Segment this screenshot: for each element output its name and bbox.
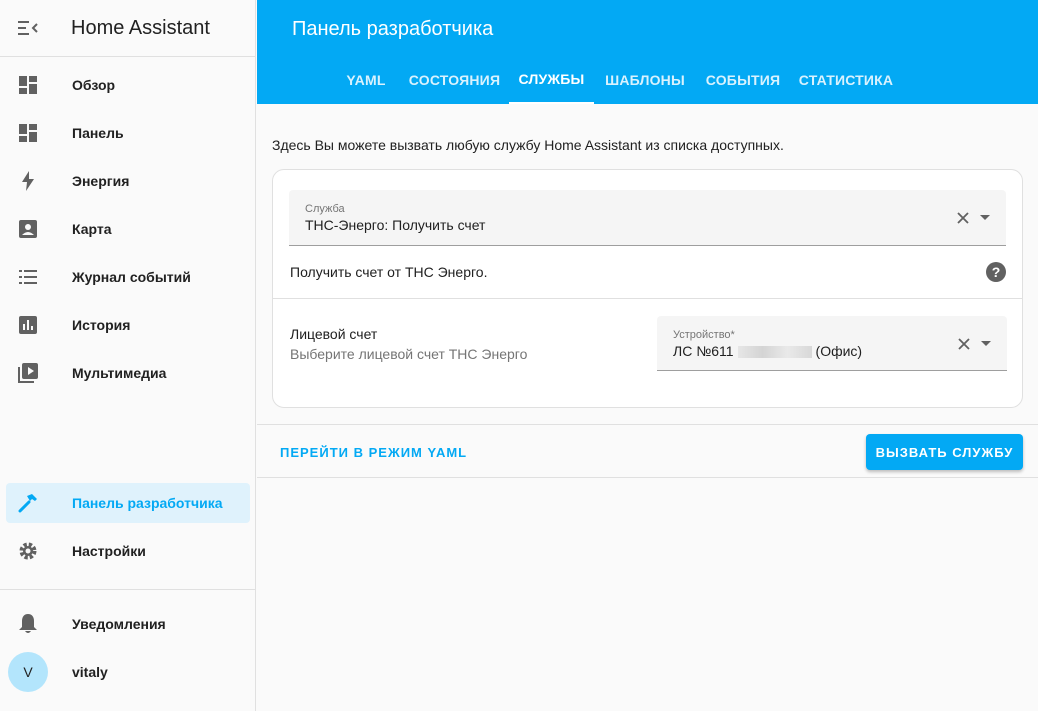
sidebar-item-label: Панель разработчика — [72, 495, 223, 511]
sidebar-item-label: Мультимедиа — [72, 365, 167, 381]
main-content: Панель разработчика YAML СОСТОЯНИЯ СЛУЖБ… — [257, 0, 1038, 711]
parameter-description: Выберите лицевой счет ТНС Энерго — [290, 346, 528, 362]
device-picker-value: ЛС №611 (Офис) — [673, 343, 862, 359]
redacted-area — [737, 346, 812, 359]
avatar: V — [8, 652, 48, 692]
services-description: Здесь Вы можете вызвать любую службу Hom… — [272, 137, 784, 153]
sidebar-item-media[interactable]: Мультимедиа — [6, 353, 250, 393]
chart-box-icon — [6, 316, 50, 334]
chevron-down-icon[interactable] — [976, 334, 996, 354]
device-value-suffix: (Офис) — [815, 343, 863, 359]
service-picker-label: Служба — [305, 203, 345, 215]
app-title: Home Assistant — [71, 16, 210, 39]
lightning-icon — [6, 171, 50, 191]
sidebar-item-map[interactable]: Карта — [6, 209, 250, 249]
close-icon[interactable] — [953, 208, 973, 228]
parameter-name: Лицевой счет — [290, 326, 378, 342]
service-card: Служба ТНС-Энерго: Получить счет Получит… — [272, 169, 1023, 408]
sidebar-item-label: История — [72, 317, 131, 333]
tab-bar: YAML СОСТОЯНИЯ СЛУЖБЫ ШАБЛОНЫ СОБЫТИЯ СТ… — [257, 56, 1038, 104]
dashboard-icon — [6, 124, 50, 142]
sidebar-item-notifications[interactable]: Уведомления — [6, 604, 250, 644]
device-value-prefix: ЛС №611 — [673, 343, 734, 359]
chevron-down-icon[interactable] — [975, 208, 995, 228]
sidebar-item-label: Панель — [72, 125, 124, 141]
sidebar-divider — [0, 589, 256, 590]
sidebar-item-developer-tools[interactable]: Панель разработчика — [6, 483, 250, 523]
action-footer: ПЕРЕЙТИ В РЕЖИМ YAML ВЫЗВАТЬ СЛУЖБУ — [257, 424, 1038, 478]
cog-icon — [6, 541, 50, 561]
dashboard-icon — [6, 76, 50, 94]
tab-services[interactable]: СЛУЖБЫ — [509, 56, 594, 104]
sidebar-item-profile[interactable]: V vitaly — [6, 652, 250, 692]
page-title: Панель разработчика — [292, 18, 494, 40]
service-description: Получить счет от ТНС Энерго. — [290, 264, 488, 280]
device-picker[interactable]: Устройство* ЛС №611 (Офис) — [657, 316, 1007, 371]
sidebar-item-label: Уведомления — [72, 616, 166, 632]
tab-templates[interactable]: ШАБЛОНЫ — [603, 56, 687, 104]
sidebar: Home Assistant Обзор Панель Энергия Карт… — [0, 0, 256, 711]
yaml-mode-button[interactable]: ПЕРЕЙТИ В РЕЖИМ YAML — [280, 445, 467, 460]
play-box-icon — [6, 363, 50, 383]
help-icon[interactable]: ? — [986, 262, 1006, 282]
device-picker-label: Устройство* — [673, 329, 735, 341]
tab-statistics[interactable]: СТАТИСТИКА — [797, 56, 895, 104]
hammer-icon — [6, 493, 50, 513]
service-picker[interactable]: Служба ТНС-Энерго: Получить счет — [289, 190, 1006, 246]
tab-yaml[interactable]: YAML — [340, 56, 392, 104]
tab-states[interactable]: СОСТОЯНИЯ — [408, 56, 501, 104]
app-toolbar: Панель разработчика YAML СОСТОЯНИЯ СЛУЖБ… — [257, 0, 1038, 104]
sidebar-item-history[interactable]: История — [6, 305, 250, 345]
sidebar-item-label: Энергия — [72, 173, 130, 189]
sidebar-item-label: vitaly — [72, 664, 108, 680]
service-picker-value: ТНС-Энерго: Получить счет — [305, 217, 486, 233]
sidebar-item-logbook[interactable]: Журнал событий — [6, 257, 250, 297]
call-service-button[interactable]: ВЫЗВАТЬ СЛУЖБУ — [866, 434, 1023, 470]
sidebar-item-overview[interactable]: Обзор — [6, 65, 250, 105]
sidebar-item-settings[interactable]: Настройки — [6, 531, 250, 571]
sidebar-item-label: Настройки — [72, 543, 146, 559]
sidebar-item-energy[interactable]: Энергия — [6, 161, 250, 201]
sidebar-item-label: Карта — [72, 221, 112, 237]
menu-collapse-button[interactable] — [0, 0, 56, 56]
sidebar-header: Home Assistant — [0, 0, 255, 57]
bell-icon — [6, 614, 50, 634]
tab-events[interactable]: СОБЫТИЯ — [704, 56, 782, 104]
sidebar-item-label: Обзор — [72, 77, 116, 93]
close-icon[interactable] — [954, 334, 974, 354]
menu-open-icon — [18, 21, 38, 35]
sidebar-item-panel[interactable]: Панель — [6, 113, 250, 153]
card-divider — [273, 298, 1022, 299]
account-box-icon — [6, 220, 50, 238]
list-icon — [6, 269, 50, 285]
sidebar-item-label: Журнал событий — [72, 269, 191, 285]
